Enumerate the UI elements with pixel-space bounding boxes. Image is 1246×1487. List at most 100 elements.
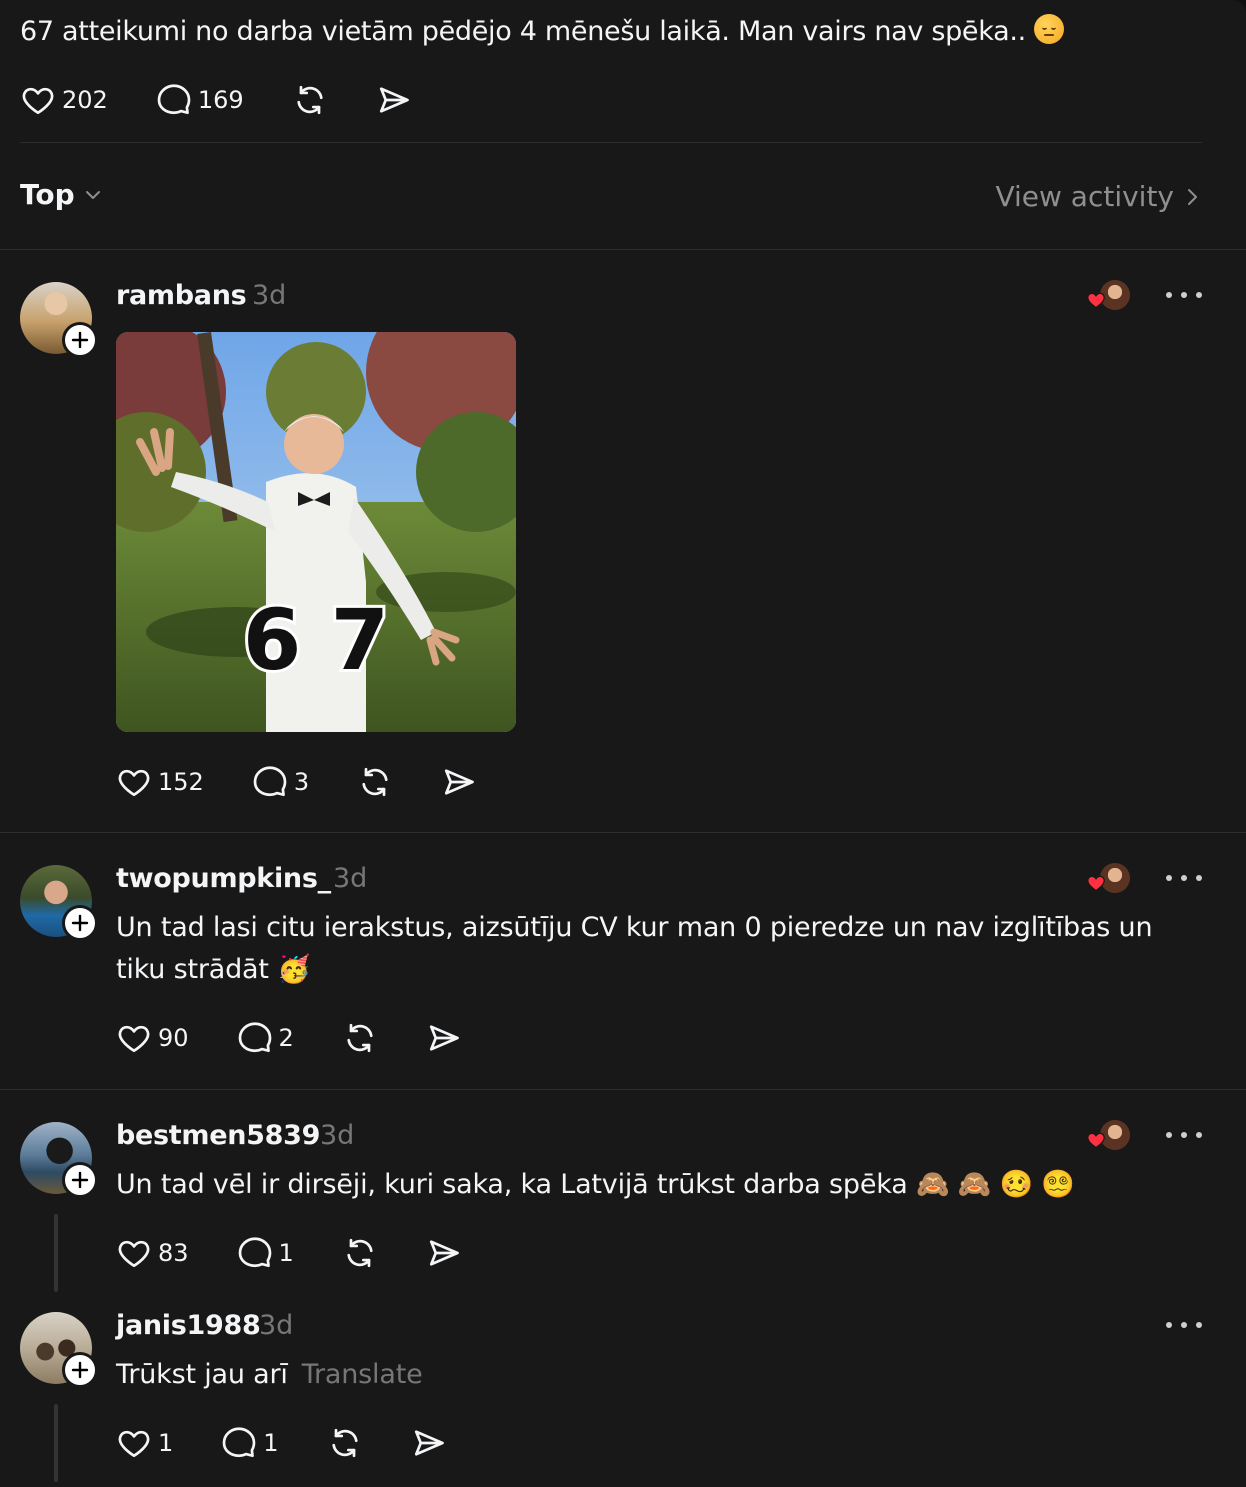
comment-icon xyxy=(157,84,191,115)
more-options-button[interactable] xyxy=(1166,1130,1202,1140)
timestamp: 3d xyxy=(320,1120,355,1151)
reply-media-image[interactable]: 6 7 xyxy=(116,332,516,732)
more-options-button[interactable] xyxy=(1166,873,1202,883)
reply-actions: 152 3 xyxy=(116,762,477,802)
heart-filled-icon xyxy=(1087,292,1105,309)
post-divider xyxy=(20,142,1202,143)
post-text-body: 67 atteikumi no darba vietām pēdējo 4 mē… xyxy=(20,16,1026,47)
comment-icon xyxy=(222,1427,256,1458)
timestamp: 3d xyxy=(333,863,368,894)
comment-count: 3 xyxy=(293,768,310,796)
repost-icon xyxy=(347,1238,373,1268)
like-count: 83 xyxy=(158,1239,189,1267)
share-button[interactable] xyxy=(376,82,412,118)
more-options-button[interactable] xyxy=(1166,290,1202,300)
sort-divider xyxy=(0,249,1246,250)
reply-text: Un tad vēl ir dirsēji, kuri saka, ka Lat… xyxy=(116,1169,1075,1200)
reply-divider xyxy=(0,1089,1246,1090)
share-button[interactable] xyxy=(426,1235,462,1271)
avatar[interactable] xyxy=(20,1122,98,1198)
like-count: 90 xyxy=(158,1024,189,1052)
like-button[interactable]: 90 xyxy=(116,1020,189,1056)
repost-icon xyxy=(347,1023,373,1053)
like-button[interactable]: 83 xyxy=(116,1235,189,1271)
post-actions: 202 169 xyxy=(20,80,412,120)
translate-link[interactable]: Translate xyxy=(302,1359,423,1390)
view-activity-link[interactable]: View activity xyxy=(995,180,1200,213)
send-icon xyxy=(429,1240,459,1266)
like-count: 152 xyxy=(158,768,204,796)
repost-icon xyxy=(331,1428,358,1458)
heart-filled-icon xyxy=(1087,1132,1105,1149)
username[interactable]: rambans xyxy=(116,280,247,311)
comment-count: 1 xyxy=(263,1429,279,1457)
reply-actions: 1 1 xyxy=(116,1423,447,1463)
thread-panel: 67 atteikumi no darba vietām pēdējo 4 mē… xyxy=(0,0,1246,1487)
timestamp: 3d xyxy=(252,280,287,311)
like-button[interactable]: 202 xyxy=(20,82,108,118)
media-overlay-text: 6 7 xyxy=(243,591,389,689)
comment-button[interactable]: 1 xyxy=(237,1235,294,1271)
share-button[interactable] xyxy=(426,1020,462,1056)
heart-filled-icon xyxy=(1087,875,1105,892)
avatar[interactable] xyxy=(20,1312,98,1388)
reply-text: Trūkst jau arī Translate xyxy=(116,1354,1206,1396)
more-options-button[interactable] xyxy=(1166,1320,1202,1330)
pensive-face-icon xyxy=(1034,14,1065,44)
username[interactable]: janis1988 xyxy=(116,1310,261,1341)
repost-icon xyxy=(297,85,323,115)
comment-button[interactable]: 2 xyxy=(237,1020,294,1056)
username[interactable]: bestmen5839 xyxy=(116,1120,320,1151)
avatar[interactable] xyxy=(20,865,98,941)
liked-by-author-indicator xyxy=(1086,1120,1132,1152)
liked-by-author-indicator xyxy=(1086,280,1132,312)
comment-count: 169 xyxy=(197,86,244,114)
follow-plus-icon[interactable] xyxy=(62,1162,98,1198)
reply-actions: 83 1 xyxy=(116,1233,462,1273)
share-button[interactable] xyxy=(411,1425,447,1461)
sort-label: Top xyxy=(20,178,75,211)
view-activity-label: View activity xyxy=(995,180,1174,213)
follow-plus-icon[interactable] xyxy=(62,322,98,358)
thread-line xyxy=(54,1404,58,1482)
repost-button[interactable] xyxy=(357,764,393,800)
timestamp: 3d xyxy=(259,1310,294,1341)
follow-plus-icon[interactable] xyxy=(62,905,98,941)
like-count: 202 xyxy=(62,86,108,114)
comment-button[interactable]: 1 xyxy=(221,1425,279,1461)
repost-button[interactable] xyxy=(342,1235,378,1271)
repost-button[interactable] xyxy=(342,1020,378,1056)
liked-by-author-indicator xyxy=(1086,863,1132,895)
heart-icon xyxy=(118,1240,150,1268)
share-button[interactable] xyxy=(441,764,477,800)
reply-text-body: Trūkst jau arī xyxy=(116,1359,288,1390)
comment-button[interactable]: 3 xyxy=(252,764,309,800)
repost-icon xyxy=(362,767,388,797)
reply-divider xyxy=(0,832,1246,833)
username[interactable]: twopumpkins_ xyxy=(116,863,331,894)
comment-count: 1 xyxy=(278,1239,294,1267)
like-count: 1 xyxy=(158,1429,174,1457)
avatar[interactable] xyxy=(20,282,98,358)
follow-plus-icon[interactable] xyxy=(62,1352,98,1388)
media-gif: 6 7 xyxy=(116,332,516,732)
like-button[interactable]: 1 xyxy=(116,1425,173,1461)
send-icon xyxy=(444,769,474,795)
send-icon xyxy=(414,1430,444,1456)
sort-dropdown[interactable]: Top xyxy=(20,178,103,211)
heart-icon xyxy=(118,1025,150,1053)
heart-icon xyxy=(118,1430,150,1458)
repost-button[interactable] xyxy=(292,82,328,118)
heart-icon xyxy=(22,87,54,115)
reply-actions: 90 2 xyxy=(116,1018,462,1058)
post-text: 67 atteikumi no darba vietām pēdējo 4 mē… xyxy=(20,14,1065,47)
like-button[interactable]: 152 xyxy=(116,764,204,800)
send-icon xyxy=(379,87,409,113)
reply-text: Un tad lasi citu ierakstus, aizsūtīju CV… xyxy=(116,912,1153,985)
comment-icon xyxy=(238,1237,271,1268)
comment-icon xyxy=(253,766,287,797)
comment-icon xyxy=(238,1022,271,1053)
comment-button[interactable]: 169 xyxy=(156,82,244,118)
repost-button[interactable] xyxy=(327,1425,363,1461)
chevron-right-icon xyxy=(1188,188,1197,205)
